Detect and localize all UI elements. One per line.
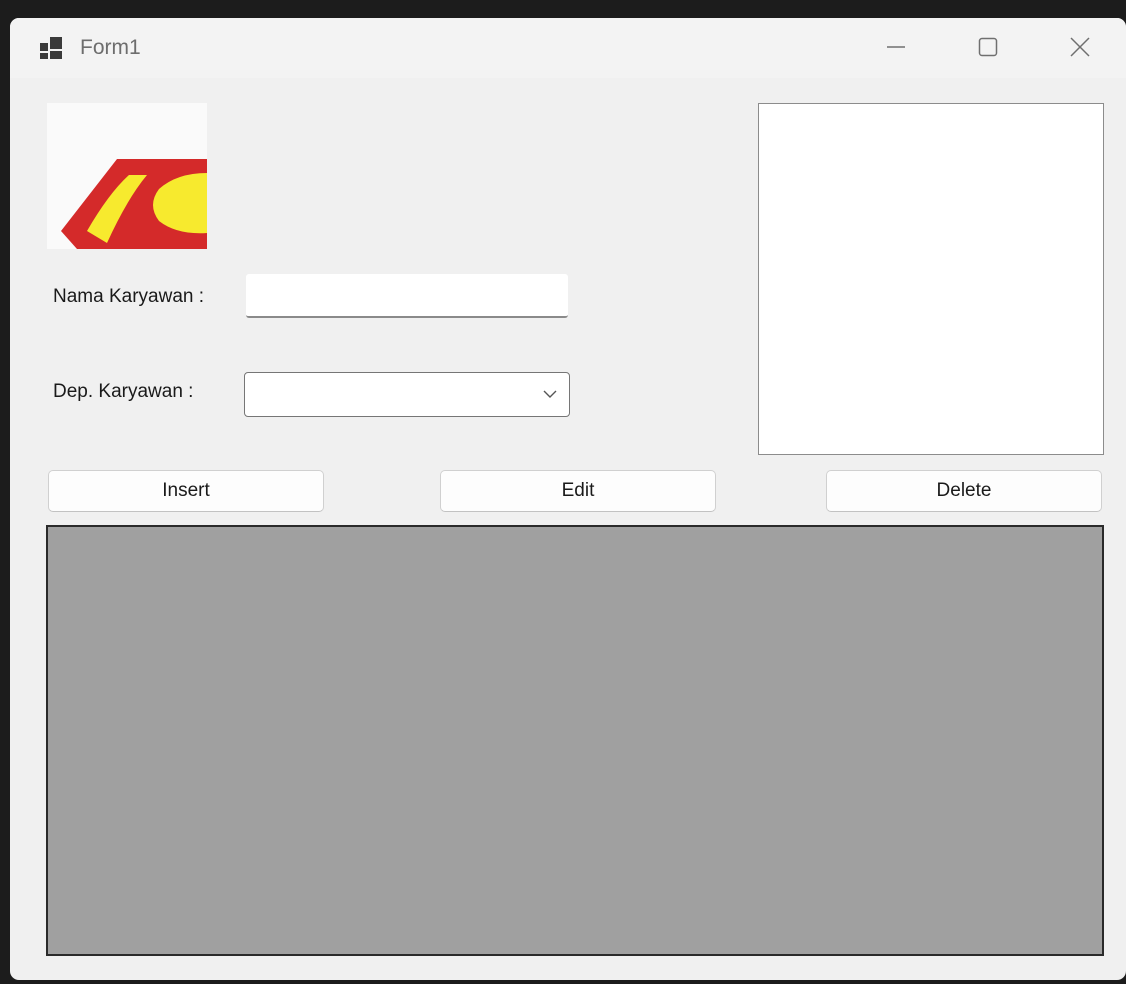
edit-button[interactable]: Edit	[440, 470, 716, 512]
dep-karyawan-label: Dep. Karyawan :	[53, 381, 194, 402]
minimize-icon	[887, 46, 905, 48]
company-logo	[61, 159, 207, 249]
nama-karyawan-input[interactable]	[246, 274, 568, 318]
close-button[interactable]	[1034, 18, 1126, 76]
delete-button[interactable]: Delete	[826, 470, 1102, 512]
window-title: Form1	[80, 36, 141, 59]
close-icon	[1070, 37, 1090, 57]
dep-karyawan-combobox[interactable]	[244, 372, 570, 417]
employee-photo-picturebox[interactable]	[758, 103, 1104, 455]
chevron-down-icon[interactable]	[543, 387, 557, 401]
app-icon	[40, 37, 62, 59]
minimize-button[interactable]	[850, 18, 942, 76]
karyawan-data-grid[interactable]	[46, 525, 1104, 956]
maximize-icon	[978, 37, 998, 57]
insert-button[interactable]: Insert	[48, 470, 324, 512]
title-bar[interactable]: Form1	[10, 18, 1126, 78]
maximize-button[interactable]	[942, 18, 1034, 76]
company-logo-picturebox	[47, 103, 207, 249]
nama-karyawan-label: Nama Karyawan :	[53, 286, 205, 307]
form1-window: Form1 Nama Karyawan : Dep. Karyawan : In…	[10, 18, 1126, 980]
